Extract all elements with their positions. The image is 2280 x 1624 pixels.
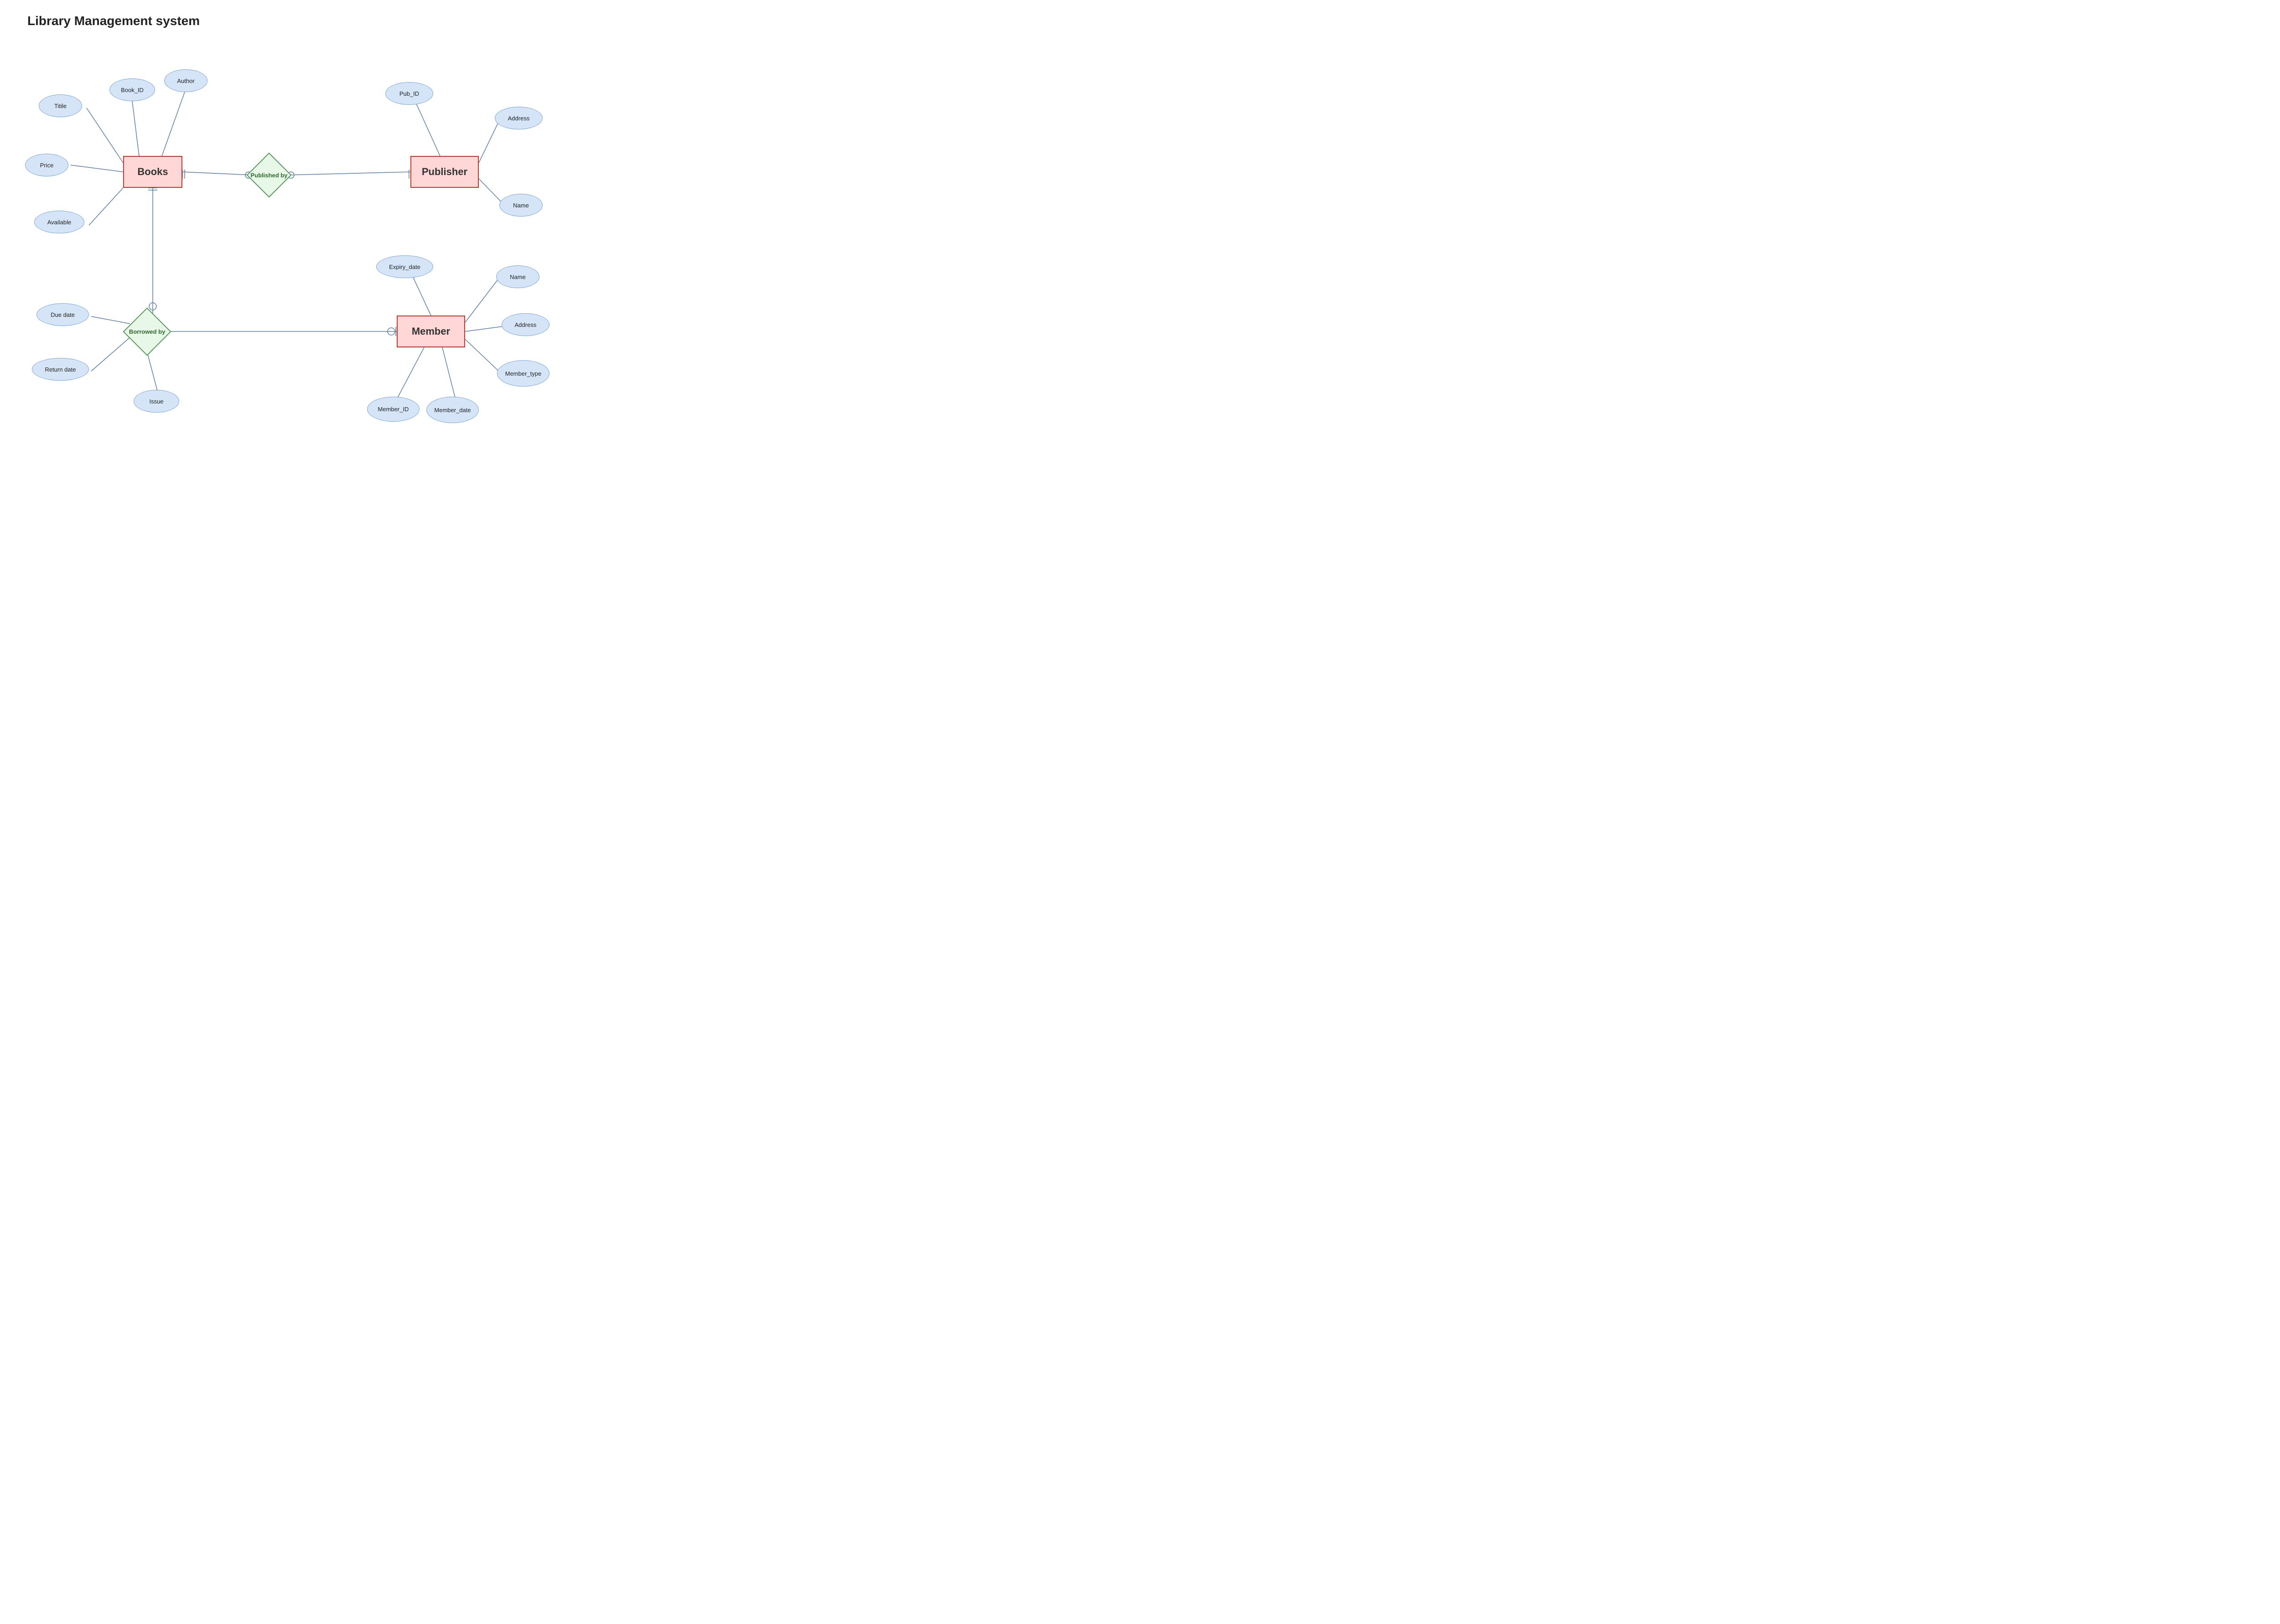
entity-publisher[interactable]: Publisher [410,156,479,188]
diagram: Books Publisher Member Published by Borr… [0,33,593,425]
attribute-member-date: Member_date [426,397,479,423]
attribute-name-pub: Name [499,194,543,217]
relationship-borrowed-by[interactable]: Borrowed by [123,307,171,356]
attribute-return-date: Return date [32,358,89,381]
attribute-pub-id: Pub_ID [385,82,433,105]
attribute-name-mem: Name [496,265,539,288]
attribute-member-type: Member_type [497,360,549,387]
attribute-book-id: Book_ID [109,78,155,101]
attribute-member-id: Member_ID [367,397,420,422]
page-title: Library Management system [0,0,593,28]
attribute-title: Titile [39,94,82,117]
attribute-expiry-date: Expiry_date [376,255,433,278]
entity-books[interactable]: Books [123,156,182,188]
attribute-address-mem: Address [502,313,549,336]
attribute-due-date: Due date [36,303,89,326]
attribute-available: Available [34,211,84,233]
relationship-published-by[interactable]: Published by [247,153,292,198]
attribute-author: Author [164,69,207,92]
attribute-price: Price [25,154,68,176]
attribute-issue: Issue [134,390,179,413]
attribute-address-pub: Address [495,107,543,129]
entity-member[interactable]: Member [397,315,465,347]
